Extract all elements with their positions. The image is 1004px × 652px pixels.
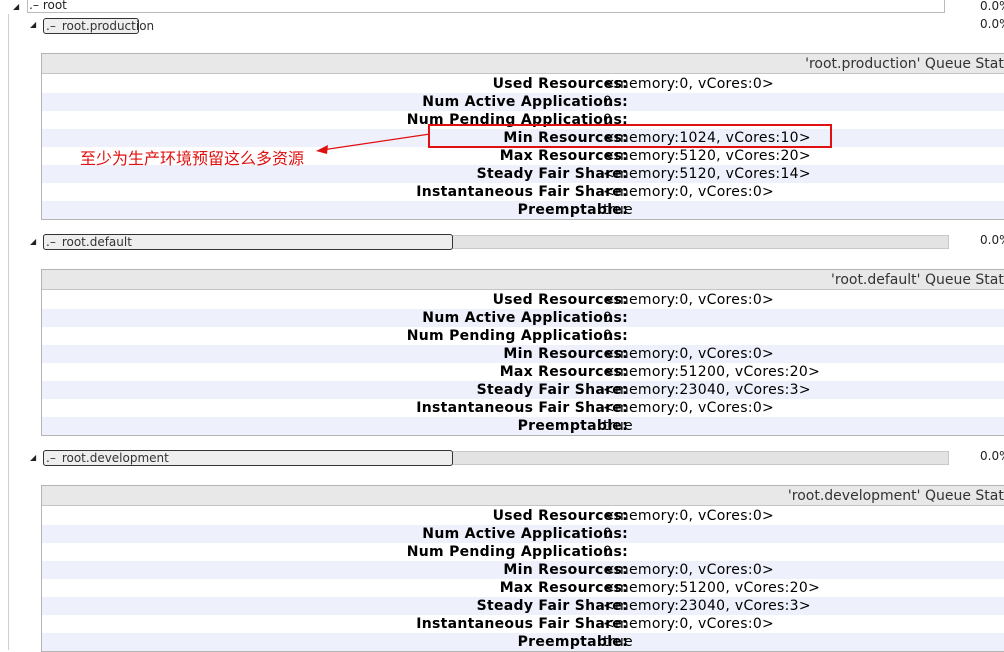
status-row: Num Pending Applications: 0	[406, 544, 628, 560]
status-row: Preemptable: true	[42, 633, 1004, 651]
status-row: Instantaneous Fair Share: <memory:0, vCor…	[416, 184, 775, 200]
queue-status-title: 'root.development' Queue Status	[42, 486, 1004, 506]
tree-dash-icon: .–	[46, 19, 56, 33]
status-row: Num Active Applications: 0	[42, 309, 1004, 327]
tree-dash-icon: .–	[46, 235, 56, 249]
status-row: Instantaneous Fair Share: <memory:0, vCor…	[416, 400, 775, 416]
queue-status-title: 'root.production' Queue Status	[42, 54, 1004, 74]
highlight-box	[428, 124, 832, 148]
status-row: Num Active Applications: 0	[42, 93, 1004, 111]
queue-status-panel-development: 'root.development' Queue Status Used Res…	[41, 485, 1004, 652]
queue-status-title: 'root.default' Queue Status	[42, 270, 1004, 290]
expand-triangle-icon[interactable]: ◢	[30, 237, 36, 246]
status-row: Num Pending Applications: 0	[406, 328, 628, 344]
queue-button-default[interactable]: .– root.default	[43, 234, 453, 250]
expand-triangle-icon[interactable]: ◢	[13, 2, 19, 11]
status-row: Used Resources: <memory:0, vCores:0>	[492, 292, 775, 308]
status-row: Used Resources: <memory:0, vCores:0>	[492, 508, 775, 524]
status-row: Max Resources: <memory:51200, vCores:20>	[499, 364, 821, 380]
tree-guide-line	[8, 14, 9, 650]
status-row: Preemptable: true	[42, 417, 1004, 435]
status-row: Max Resources: <memory:51200, vCores:20>	[499, 580, 821, 596]
root-queue-bar[interactable]	[27, 0, 945, 13]
queue-button-development[interactable]: .– root.development	[43, 450, 453, 466]
status-row: Num Active Applications: 0	[42, 525, 1004, 543]
status-row: Preemptable: true	[42, 201, 1004, 219]
queue-usage-pct: 0.0%	[980, 233, 1004, 247]
expand-triangle-icon[interactable]: ◢	[30, 453, 36, 462]
tree-dash-icon: .–	[46, 451, 56, 465]
status-row: Min Resources: <memory:0, vCores:0>	[42, 345, 1004, 363]
queue-button-production[interactable]: .– root.production	[43, 18, 154, 34]
annotation-arrow-icon	[316, 133, 431, 154]
annotation-text: 至少为生产环境预留这么多资源	[80, 149, 305, 168]
status-row: Min Resources: <memory:0, vCores:0>	[42, 561, 1004, 579]
status-row: Steady Fair Share: <memory:23040, vCores:…	[42, 381, 1004, 399]
status-row: Instantaneous Fair Share: <memory:0, vCor…	[416, 616, 775, 632]
tree-dash-icon: .–	[29, 0, 39, 12]
root-usage-pct: 0.0%	[980, 0, 1004, 13]
root-sub-usage-pct: 0.0%	[980, 17, 1004, 31]
queue-usage-pct: 0.0%	[980, 449, 1004, 463]
expand-triangle-icon[interactable]: ◢	[30, 20, 36, 29]
queue-status-panel-default: 'root.default' Queue Status Used Resourc…	[41, 269, 1004, 436]
status-row: Used Resources: <memory:0, vCores:0>	[492, 76, 775, 92]
status-row: Steady Fair Share: <memory:23040, vCores:…	[42, 597, 1004, 615]
root-queue-label[interactable]: .– root	[29, 0, 67, 12]
